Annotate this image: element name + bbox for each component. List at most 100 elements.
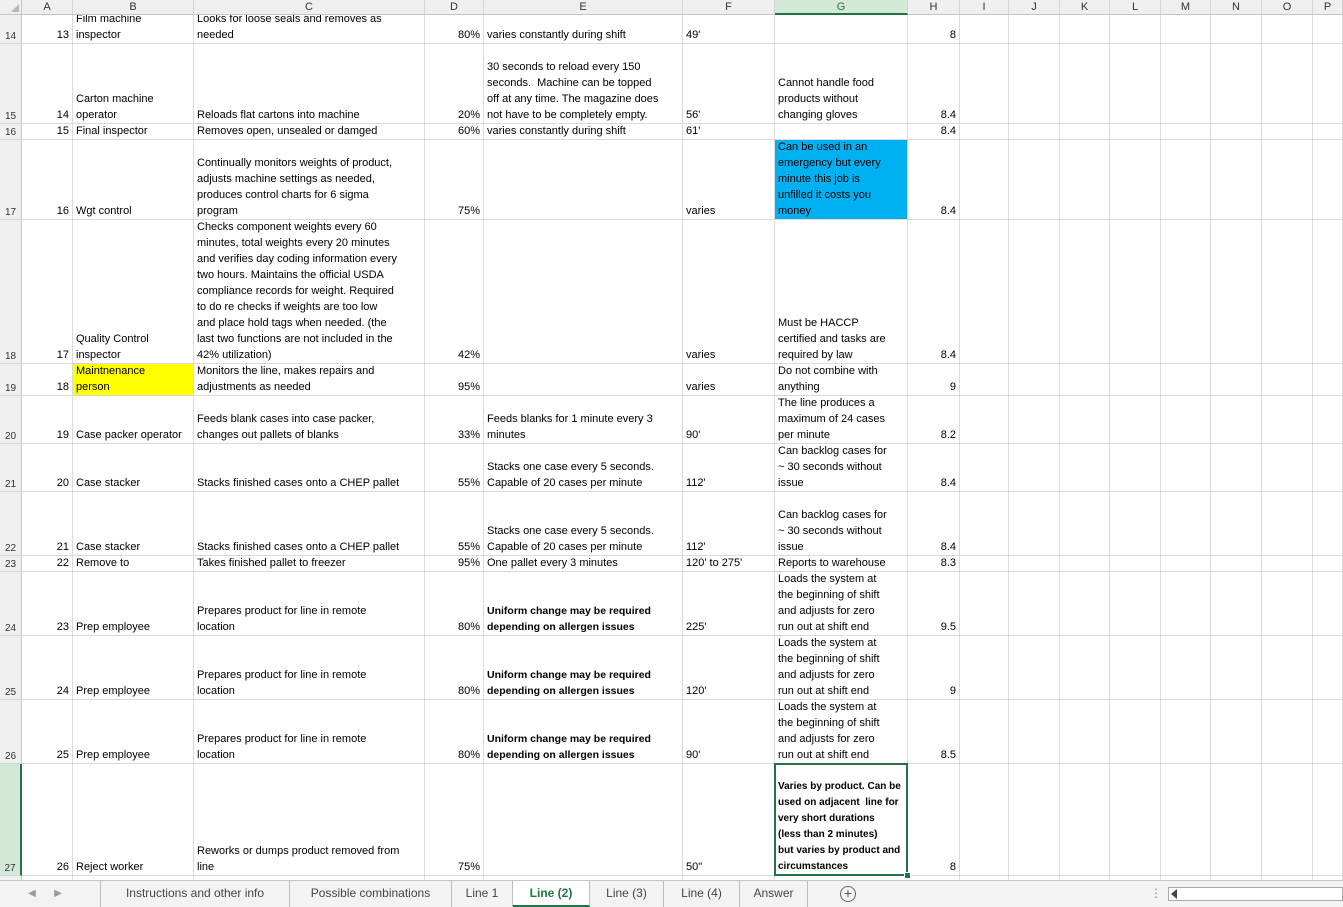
cell-f17[interactable]: varies — [683, 140, 775, 220]
cell-f26[interactable]: 90' — [683, 700, 775, 764]
cell-a27[interactable]: 26 — [22, 764, 73, 876]
row-header-24[interactable]: 24 — [0, 572, 22, 636]
cell-b18[interactable]: Quality Control inspector — [73, 220, 194, 364]
cell-j15[interactable] — [1009, 44, 1060, 124]
cell-a22[interactable]: 21 — [22, 492, 73, 556]
cell-e18[interactable] — [484, 220, 683, 364]
row-header-25[interactable]: 25 — [0, 636, 22, 700]
cell-k26[interactable] — [1060, 700, 1110, 764]
cell-a25[interactable]: 24 — [22, 636, 73, 700]
cell-d19[interactable]: 95% — [425, 364, 484, 396]
cell-c23[interactable]: Takes finished pallet to freezer — [194, 556, 425, 572]
sheet-tab[interactable]: Possible combinations — [290, 881, 452, 907]
row-header-20[interactable]: 20 — [0, 396, 22, 444]
cell-m19[interactable] — [1161, 364, 1211, 396]
cell-j21[interactable] — [1009, 444, 1060, 492]
cell-b16[interactable]: Final inspector — [73, 124, 194, 140]
cell-n20[interactable] — [1211, 396, 1262, 444]
cell-j26[interactable] — [1009, 700, 1060, 764]
cell-d25[interactable]: 80% — [425, 636, 484, 700]
cell-p16[interactable] — [1313, 124, 1343, 140]
cell-m27[interactable] — [1161, 764, 1211, 876]
cell-h27[interactable]: 8 — [908, 764, 960, 876]
cell-g23[interactable]: Reports to warehouse — [775, 556, 908, 572]
cell-i19[interactable] — [960, 364, 1009, 396]
cell-a18[interactable]: 17 — [22, 220, 73, 364]
cell-o24[interactable] — [1262, 572, 1313, 636]
cell-a19[interactable]: 18 — [22, 364, 73, 396]
cell-j23[interactable] — [1009, 556, 1060, 572]
row-header-17[interactable]: 17 — [0, 140, 22, 220]
cell-o18[interactable] — [1262, 220, 1313, 364]
column-header-h[interactable]: H — [908, 0, 960, 15]
cell-b17[interactable]: Wgt control — [73, 140, 194, 220]
cell-g17[interactable]: Can be used in an emergency but every mi… — [775, 140, 908, 220]
cell-e19[interactable] — [484, 364, 683, 396]
column-header-l[interactable]: L — [1110, 0, 1161, 15]
cell-i14[interactable] — [960, 15, 1009, 44]
cell-h23[interactable]: 8.3 — [908, 556, 960, 572]
cell-c27[interactable]: Reworks or dumps product removed from li… — [194, 764, 425, 876]
cell-n24[interactable] — [1211, 572, 1262, 636]
cell-j18[interactable] — [1009, 220, 1060, 364]
cell-d14[interactable]: 80% — [425, 15, 484, 44]
row-header-22[interactable]: 22 — [0, 492, 22, 556]
cell-g26[interactable]: Loads the system at the beginning of shi… — [775, 700, 908, 764]
sheet-tab[interactable]: Line (4) — [664, 881, 740, 907]
cell-b26[interactable]: Prep employee — [73, 700, 194, 764]
column-header-o[interactable]: O — [1262, 0, 1313, 15]
cell-i27[interactable] — [960, 764, 1009, 876]
cell-i16[interactable] — [960, 124, 1009, 140]
cell-d17[interactable]: 75% — [425, 140, 484, 220]
cell-d21[interactable]: 55% — [425, 444, 484, 492]
cell-e16[interactable]: varies constantly during shift — [484, 124, 683, 140]
cell-l16[interactable] — [1110, 124, 1161, 140]
cell-k16[interactable] — [1060, 124, 1110, 140]
cell-l20[interactable] — [1110, 396, 1161, 444]
cell-c25[interactable]: Prepares product for line in remote loca… — [194, 636, 425, 700]
cell-n17[interactable] — [1211, 140, 1262, 220]
cell-d20[interactable]: 33% — [425, 396, 484, 444]
cell-o22[interactable] — [1262, 492, 1313, 556]
cell-g22[interactable]: Can backlog cases for ~ 30 seconds witho… — [775, 492, 908, 556]
cell-k24[interactable] — [1060, 572, 1110, 636]
cell-l26[interactable] — [1110, 700, 1161, 764]
cell-c15[interactable]: Reloads flat cartons into machine — [194, 44, 425, 124]
cell-g25[interactable]: Loads the system at the beginning of shi… — [775, 636, 908, 700]
cell-h18[interactable]: 8.4 — [908, 220, 960, 364]
cell-a24[interactable]: 23 — [22, 572, 73, 636]
cell-b19[interactable]: Maintnenance person — [73, 364, 194, 396]
cell-o19[interactable] — [1262, 364, 1313, 396]
cell-m16[interactable] — [1161, 124, 1211, 140]
cell-h20[interactable]: 8.2 — [908, 396, 960, 444]
cell-j19[interactable] — [1009, 364, 1060, 396]
cell-j22[interactable] — [1009, 492, 1060, 556]
sheet-tab[interactable]: Instructions and other info — [100, 881, 290, 907]
spreadsheet-grid[interactable]: ABCDEFGHIJKLMNOP 14 13 Film machine inspec… — [0, 0, 1343, 880]
cell-d15[interactable]: 20% — [425, 44, 484, 124]
column-header-e[interactable]: E — [484, 0, 683, 15]
cell-p22[interactable] — [1313, 492, 1343, 556]
cell-i24[interactable] — [960, 572, 1009, 636]
cell-j17[interactable] — [1009, 140, 1060, 220]
cell-d24[interactable]: 80% — [425, 572, 484, 636]
cell-j25[interactable] — [1009, 636, 1060, 700]
cell-j14[interactable] — [1009, 15, 1060, 44]
cell-i23[interactable] — [960, 556, 1009, 572]
column-header-d[interactable]: D — [425, 0, 484, 15]
column-header-m[interactable]: M — [1161, 0, 1211, 15]
cell-d22[interactable]: 55% — [425, 492, 484, 556]
cell-h21[interactable]: 8.4 — [908, 444, 960, 492]
cell-l24[interactable] — [1110, 572, 1161, 636]
cell-p23[interactable] — [1313, 556, 1343, 572]
cell-l23[interactable] — [1110, 556, 1161, 572]
cell-p18[interactable] — [1313, 220, 1343, 364]
cell-c14[interactable]: Looks for loose seals and removes as nee… — [194, 15, 425, 44]
cell-a14[interactable]: 13 — [22, 15, 73, 44]
cell-b22[interactable]: Case stacker — [73, 492, 194, 556]
cell-f22[interactable]: 112' — [683, 492, 775, 556]
column-header-f[interactable]: F — [683, 0, 775, 15]
cell-g21[interactable]: Can backlog cases for ~ 30 seconds witho… — [775, 444, 908, 492]
cell-p27[interactable] — [1313, 764, 1343, 876]
cell-h22[interactable]: 8.4 — [908, 492, 960, 556]
